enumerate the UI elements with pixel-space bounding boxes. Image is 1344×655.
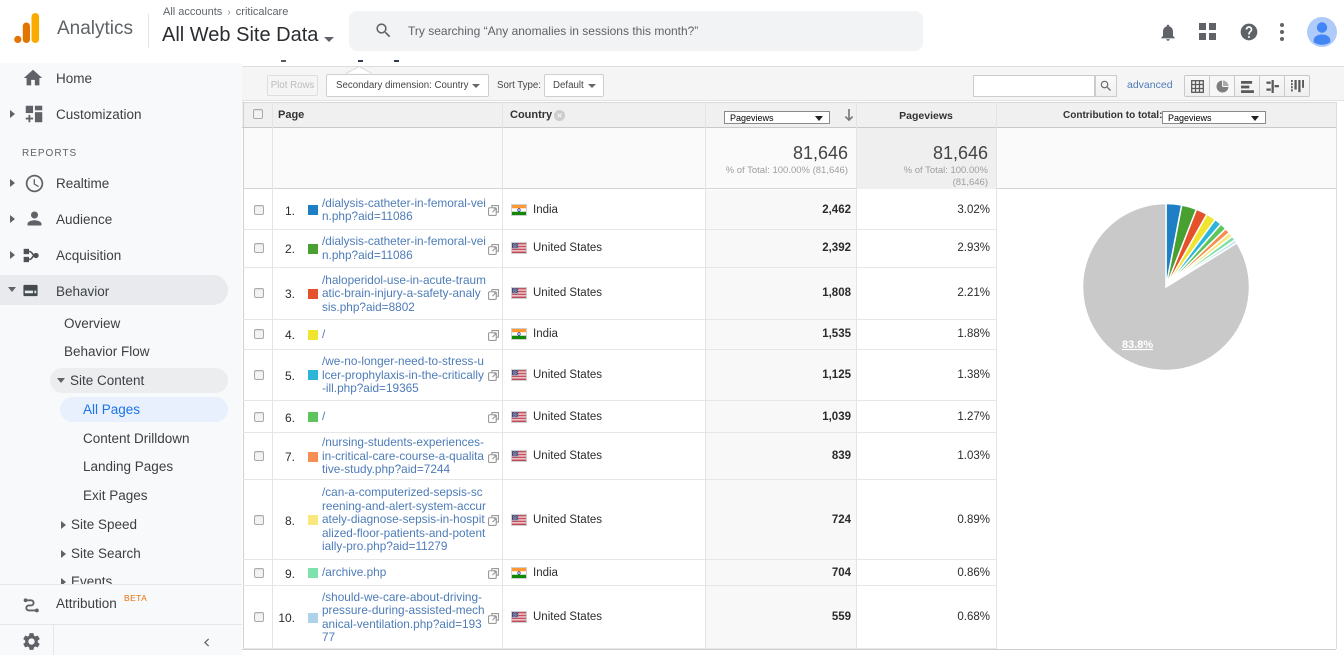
- svg-text:83.8%: 83.8%: [1122, 339, 1153, 351]
